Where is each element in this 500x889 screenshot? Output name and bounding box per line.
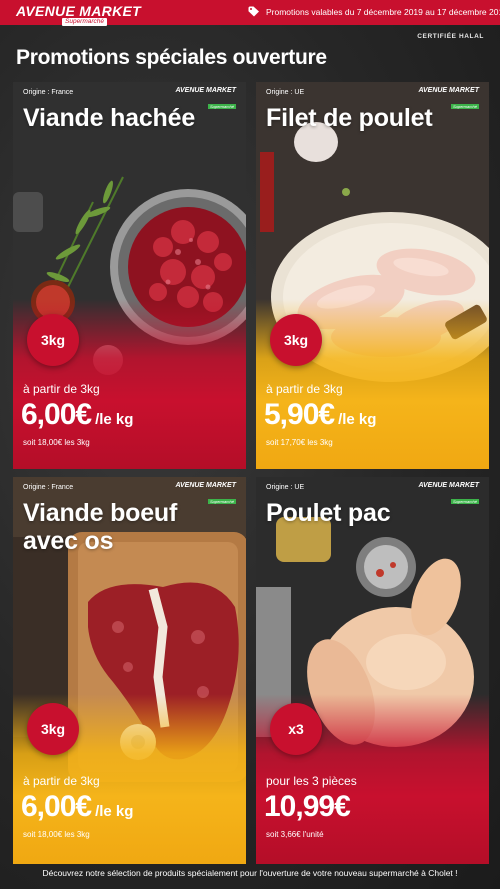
- promo-dates-text: Promotions valables du 7 décembre 2019 a…: [266, 7, 500, 17]
- product-card-viande-hachee[interactable]: Origine : France AVENUE MARKET Supermarc…: [13, 82, 246, 469]
- price-unit: /le kg: [95, 411, 134, 428]
- card-logo: AVENUE MARKET Supermarché: [418, 482, 479, 508]
- price-line: 6,00€/le kg: [21, 790, 133, 824]
- product-origin: Origine : UE: [266, 89, 305, 96]
- product-origin: Origine : France: [23, 484, 74, 491]
- price-unit: /le kg: [338, 411, 377, 428]
- price-line: 5,90€/le kg: [264, 398, 376, 432]
- total-price-note: soit 18,00€ les 3kg: [23, 830, 90, 839]
- product-price: 6,00€: [21, 790, 92, 823]
- page-title: Promotions spéciales ouverture: [16, 46, 327, 69]
- product-price: 10,99€: [264, 790, 351, 823]
- product-origin: Origine : UE: [266, 484, 305, 491]
- quantity-badge: 3kg: [270, 314, 322, 366]
- brand-logo: AVENUE MARKET: [16, 3, 141, 19]
- total-price-note: soit 3,66€ l'unité: [266, 830, 324, 839]
- card-logo-name: AVENUE MARKET: [418, 482, 479, 489]
- product-price: 5,90€: [264, 398, 335, 431]
- card-logo-name: AVENUE MARKET: [175, 482, 236, 489]
- card-logo-name: AVENUE MARKET: [175, 87, 236, 94]
- price-unit: /le kg: [95, 803, 134, 820]
- price-condition: à partir de 3kg: [23, 774, 100, 788]
- footer-note: Découvrez notre sélection de produits sp…: [42, 868, 458, 878]
- card-logo-sub: Supermarché: [450, 499, 479, 504]
- price-line: 6,00€/le kg: [21, 398, 133, 432]
- brand-subtitle: Supermarché: [62, 18, 108, 26]
- product-origin: Origine : France: [23, 89, 74, 96]
- price-tag-icon: [248, 6, 259, 17]
- promo-dates: Promotions valables du 7 décembre 2019 a…: [248, 6, 500, 18]
- price-condition: à partir de 3kg: [23, 382, 100, 396]
- quantity-badge: x3: [270, 703, 322, 755]
- quantity-badge: 3kg: [27, 703, 79, 755]
- total-price-note: soit 18,00€ les 3kg: [23, 438, 90, 447]
- product-price: 6,00€: [21, 398, 92, 431]
- product-card-poulet-pac[interactable]: Origine : UE AVENUE MARKET Supermarché P…: [256, 477, 489, 864]
- price-condition: à partir de 3kg: [266, 382, 343, 396]
- total-price-note: soit 17,70€ les 3kg: [266, 438, 333, 447]
- card-logo-name: AVENUE MARKET: [418, 87, 479, 94]
- price-condition: pour les 3 pièces: [266, 774, 357, 788]
- price-line: 10,99€: [264, 790, 354, 824]
- product-card-viande-boeuf[interactable]: Origine : France AVENUE MARKET Supermarc…: [13, 477, 246, 864]
- product-title: Poulet pac: [266, 499, 391, 527]
- halal-certification: CERTIFIÉE HALAL: [417, 33, 484, 40]
- promo-flyer: AVENUE MARKET Supermarché Promotions val…: [0, 0, 500, 889]
- card-logo-sub: Supermarché: [450, 104, 479, 109]
- product-title: Viande boeuf avec os: [23, 499, 178, 555]
- product-card-filet-de-poulet[interactable]: Origine : UE AVENUE MARKET Supermarché F…: [256, 82, 489, 469]
- product-title: Viande hachée: [23, 104, 196, 132]
- card-logo-sub: Supermarché: [207, 104, 236, 109]
- quantity-badge: 3kg: [27, 314, 79, 366]
- header-bar: AVENUE MARKET Supermarché Promotions val…: [0, 0, 500, 26]
- product-title: Filet de poulet: [266, 104, 433, 132]
